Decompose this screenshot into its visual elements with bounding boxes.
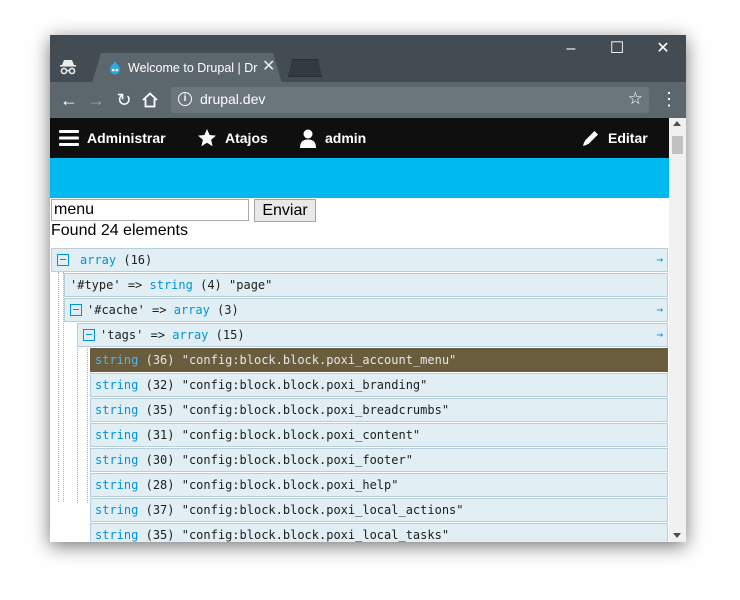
pencil-icon — [583, 131, 598, 146]
search-input[interactable] — [51, 199, 249, 221]
toolbar-item-editar[interactable]: Editar — [608, 118, 648, 158]
collapse-toggle[interactable] — [57, 253, 69, 266]
minimize-button[interactable]: – — [561, 41, 581, 57]
star-icon — [198, 129, 216, 147]
search-result-count: Found 24 elements — [51, 222, 188, 239]
home-icon[interactable] — [141, 91, 159, 109]
expand-arrow-icon[interactable]: → — [656, 299, 663, 321]
dump-item-row[interactable]: string (35) "config:block.block.poxi_loc… — [90, 523, 668, 542]
scroll-down-arrow-icon[interactable] — [673, 533, 681, 538]
page-viewport: Administrar Atajos admin Editar Enviar F… — [50, 118, 669, 542]
dump-item-row[interactable]: string (36) "config:block.block.poxi_acc… — [90, 348, 668, 372]
dump-item-row[interactable]: string (31) "config:block.block.poxi_con… — [90, 423, 668, 447]
info-icon[interactable]: i — [178, 92, 192, 106]
hamburger-icon — [59, 130, 79, 146]
dump-row-type[interactable]: '#type' => string (4) "page" — [64, 273, 668, 297]
site-header-band — [50, 158, 669, 198]
expand-arrow-icon[interactable]: → — [656, 324, 663, 346]
toolbar-item-administrar[interactable]: Administrar — [87, 118, 166, 158]
dump-item-row[interactable]: string (37) "config:block.block.poxi_loc… — [90, 498, 668, 522]
tree-guide — [87, 348, 88, 503]
forward-arrow-icon[interactable]: → — [85, 89, 107, 111]
dump-item-row[interactable]: string (28) "config:block.block.poxi_hel… — [90, 473, 668, 497]
browser-menu-icon[interactable]: ⋮ — [660, 90, 678, 108]
bookmark-star-icon[interactable]: ☆ — [628, 89, 643, 109]
dump-item-row[interactable]: string (35) "config:block.block.poxi_bre… — [90, 398, 668, 422]
admin-toolbar: Administrar Atajos admin Editar — [50, 118, 669, 158]
dump-row-cache[interactable]: '#cache' => array (3) → — [64, 298, 668, 322]
submit-button[interactable]: Enviar — [254, 199, 316, 222]
maximize-button[interactable]: ☐ — [607, 41, 627, 57]
reload-icon[interactable]: ↻ — [113, 89, 135, 111]
tab-strip: Welcome to Drupal | Dru ✕ – ☐ ✕ — [50, 35, 686, 83]
collapse-toggle[interactable] — [70, 303, 82, 316]
dump-item-row[interactable]: string (32) "config:block.block.poxi_bra… — [90, 373, 668, 397]
tab-drupal[interactable]: Welcome to Drupal | Dru ✕ — [92, 53, 282, 83]
tree-guide — [77, 323, 78, 503]
browser-toolbar: ← → ↻ i drupal.dev ☆ ⋮ — [50, 82, 686, 118]
url-text: drupal.dev — [200, 91, 266, 107]
close-window-button[interactable]: ✕ — [653, 41, 673, 57]
expand-arrow-icon[interactable]: → — [656, 249, 663, 271]
collapse-toggle[interactable] — [83, 328, 95, 341]
vertical-scrollbar[interactable] — [669, 118, 686, 542]
scrollbar-thumb[interactable] — [672, 136, 683, 154]
tab-close-icon[interactable]: ✕ — [262, 58, 275, 76]
dump-row-tags[interactable]: 'tags' => array (15) → — [77, 323, 668, 347]
dump-row-root[interactable]: array (16) → — [51, 248, 668, 272]
scroll-up-arrow-icon[interactable] — [673, 121, 681, 126]
tree-guide — [58, 272, 59, 502]
toolbar-item-admin[interactable]: admin — [325, 118, 366, 158]
browser-window: Welcome to Drupal | Dru ✕ – ☐ ✕ ← → ↻ i … — [50, 35, 686, 542]
dump-item-row[interactable]: string (30) "config:block.block.poxi_foo… — [90, 448, 668, 472]
user-icon — [300, 129, 316, 148]
tab-title: Welcome to Drupal | Dru — [128, 61, 258, 75]
new-tab-button[interactable] — [288, 59, 322, 77]
back-arrow-icon[interactable]: ← — [58, 89, 80, 111]
incognito-icon — [60, 60, 76, 75]
address-bar[interactable]: i drupal.dev ☆ — [171, 87, 649, 113]
drupal-favicon-icon — [110, 61, 120, 75]
toolbar-item-atajos[interactable]: Atajos — [225, 118, 268, 158]
